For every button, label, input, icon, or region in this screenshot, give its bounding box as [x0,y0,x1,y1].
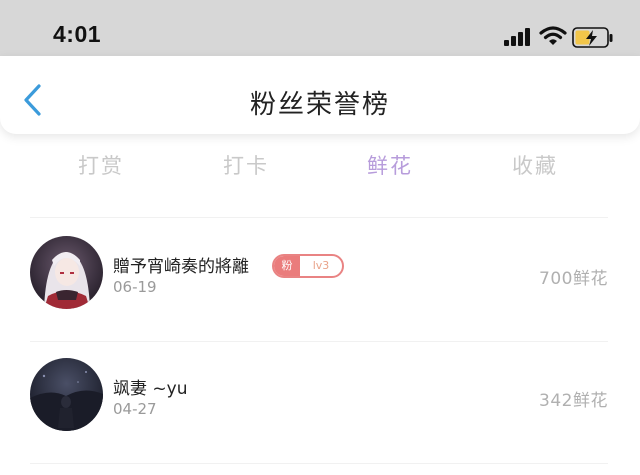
tab-checkin[interactable]: 打卡 [223,150,269,180]
user-name: 贈予宵崎奏的將離 [113,257,249,277]
avatar [30,236,103,309]
fan-honor-page: 4:01 粉丝荣誉榜 打赏 打卡 鲜花 收藏 贈予宵崎奏的將離 粉 lv3 06… [0,0,640,475]
page-title: 粉丝荣誉榜 [249,90,390,120]
flower-count: 700鲜花 [539,269,608,289]
wifi-icon [539,26,567,45]
divider [30,217,608,218]
gift-date: 06-19 [113,278,157,296]
avatar [30,358,103,431]
gift-date: 04-27 [113,400,157,418]
user-name: 飒妻 ~yu [113,379,188,399]
header: 粉丝荣誉榜 [0,56,640,134]
status-time: 4:01 [53,21,102,47]
flower-count: 342鲜花 [539,391,608,411]
status-bar: 4:01 [0,0,640,56]
battery-charging-icon [572,27,613,48]
fan-level-badge: 粉 lv3 [272,254,344,278]
tab-bar: 打赏 打卡 鲜花 收藏 [40,150,620,190]
list-item[interactable]: 飒妻 ~yu 04-27 342鲜花 [0,342,640,452]
tab-favorites[interactable]: 收藏 [512,150,558,180]
list-item[interactable]: 贈予宵崎奏的將離 粉 lv3 06-19 700鲜花 [0,220,640,330]
signal-icon [504,28,530,46]
badge-level: lv3 [312,259,330,272]
tab-reward[interactable]: 打赏 [78,150,124,180]
tab-flowers[interactable]: 鲜花 [367,150,413,180]
divider [30,463,608,464]
badge-label: 粉 [274,256,300,276]
